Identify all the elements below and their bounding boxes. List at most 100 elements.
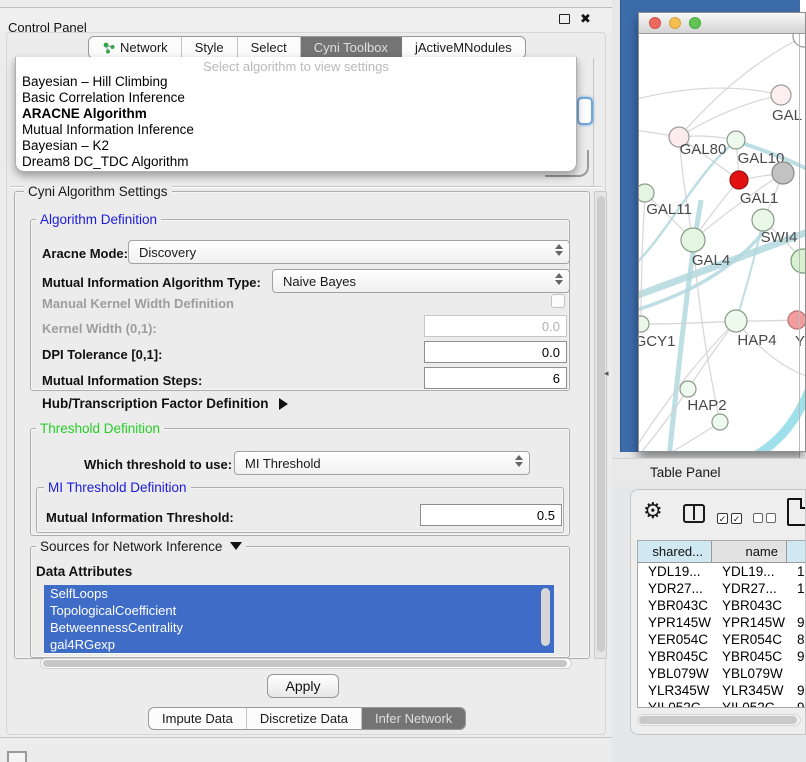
table-cell: 9. — [787, 699, 806, 708]
algorithm-option[interactable]: ARACNE Algorithm — [16, 106, 576, 122]
tab-impute-data[interactable]: Impute Data — [149, 708, 247, 729]
table-cell: YBR045C — [638, 648, 712, 665]
algorithm-definition-legend: Algorithm Definition — [36, 212, 161, 227]
settings-scrollbar[interactable] — [594, 191, 607, 659]
attribute-item-selected[interactable]: gal4RGexp — [44, 636, 554, 653]
algorithm-dropdown-popup: Select algorithm to view settings Bayesi… — [15, 57, 577, 172]
manual-kernel-label: Manual Kernel Width Definition — [42, 296, 234, 311]
table-cell: YBR043C — [712, 597, 787, 614]
network-node-y[interactable] — [788, 311, 806, 329]
split-column-icon[interactable] — [683, 504, 705, 523]
node-table[interactable]: shared...nameA YDL19...YDL19...13YDR27..… — [637, 540, 806, 708]
network-node[interactable] — [772, 162, 794, 184]
attribute-item-selected[interactable]: TopologicalCoefficient — [44, 602, 554, 619]
network-node-gal[interactable] — [771, 85, 791, 105]
which-threshold-value: MI Threshold — [245, 456, 321, 471]
sources-title: Sources for Network Inference — [40, 539, 222, 554]
table-row[interactable]: YDL19...YDL19...13 — [638, 563, 806, 580]
algorithm-option[interactable]: Mutual Information Inference — [16, 122, 576, 138]
gear-icon[interactable]: ⚙ — [643, 498, 663, 524]
minimize-traffic-light[interactable] — [669, 17, 681, 29]
algorithm-option[interactable]: Dream8 DC_TDC Algorithm — [16, 154, 576, 170]
splitter-collapse-icon[interactable]: ◂ — [604, 368, 609, 379]
hscrollbar-thumb[interactable] — [43, 660, 567, 667]
close-icon[interactable]: ✖ — [580, 11, 591, 27]
combo-stepper-icon — [553, 273, 565, 285]
mi-threshold-legend: MI Threshold Definition — [44, 480, 191, 495]
table-row[interactable]: YER054CYER054C8. — [638, 631, 806, 648]
checked-boxes-icon[interactable]: ✓✓ — [717, 509, 745, 527]
network-node-hap2[interactable] — [680, 381, 696, 397]
aracne-mode-combobox[interactable]: Discovery — [128, 240, 570, 264]
tab-label: Select — [251, 40, 287, 55]
network-node-swi4[interactable] — [752, 209, 774, 231]
network-node[interactable] — [712, 414, 728, 430]
inference-algorithm-combo-fragment[interactable] — [577, 97, 593, 125]
kernel-width-field: 0.0 — [424, 315, 567, 337]
network-node[interactable] — [791, 249, 806, 273]
table-row[interactable]: YLR345WYLR345W9. — [638, 682, 806, 699]
tab-infer-network[interactable]: Infer Network — [362, 708, 465, 729]
mi-steps-field[interactable]: 6 — [424, 367, 567, 389]
tab-discretize-data[interactable]: Discretize Data — [247, 708, 362, 729]
scrollbar-thumb[interactable] — [597, 196, 605, 652]
algorithm-option[interactable]: Bayesian – Hill Climbing — [16, 74, 576, 90]
mi-type-combobox[interactable]: Naive Bayes — [272, 269, 570, 293]
table-row[interactable]: YBR043CYBR043C — [638, 597, 806, 614]
hub-section-toggle[interactable]: Hub/Transcription Factor Definition — [42, 396, 288, 411]
apply-button[interactable]: Apply — [267, 674, 339, 698]
settings-hscrollbar[interactable] — [40, 658, 572, 669]
data-attributes-list[interactable]: SelfLoopsTopologicalCoefficientBetweenne… — [44, 585, 554, 654]
dock-panel-icon[interactable] — [7, 751, 27, 762]
close-traffic-light[interactable] — [649, 17, 661, 29]
network-node-gal4[interactable] — [681, 228, 705, 252]
network-node-gal11[interactable] — [639, 184, 654, 202]
tab-jactivemnodules[interactable]: jActiveMNodules — [402, 37, 525, 58]
network-node-gal10[interactable] — [727, 131, 745, 149]
tab-cyni-toolbox[interactable]: Cyni Toolbox — [301, 37, 402, 58]
zoom-traffic-light[interactable] — [689, 17, 701, 29]
network-window-titlebar[interactable] — [639, 13, 805, 34]
table-row[interactable]: YIL052CYIL052C9. — [638, 699, 806, 708]
table-cell: YBL079W — [638, 665, 712, 682]
unchecked-boxes-icon[interactable] — [753, 510, 779, 528]
table-row[interactable]: YBL079WYBL079W — [638, 665, 806, 682]
which-threshold-label: Which threshold to use: — [84, 457, 232, 472]
dpi-tolerance-field[interactable]: 0.0 — [424, 341, 567, 363]
network-node-gcy1[interactable] — [639, 316, 649, 332]
table-hscrollbar[interactable] — [637, 714, 801, 726]
network-edge — [679, 95, 781, 137]
table-row[interactable]: YBR045CYBR045C9. — [638, 648, 806, 665]
document-icon[interactable] — [787, 498, 806, 526]
algorithm-option[interactable]: Bayesian – K2 — [16, 138, 576, 154]
tab-select[interactable]: Select — [238, 37, 301, 58]
attribute-item-selected[interactable]: SelfLoops — [44, 585, 554, 602]
table-hscrollbar-thumb[interactable] — [639, 716, 797, 724]
expand-arrow-icon — [279, 398, 288, 410]
tab-network[interactable]: Network — [89, 37, 182, 58]
table-row[interactable]: YDR27...YDR27...12 — [638, 580, 806, 597]
sources-legend[interactable]: Sources for Network Inference — [36, 539, 246, 554]
mi-type-label: Mutual Information Algorithm Type: — [42, 275, 261, 290]
mi-threshold-field[interactable]: 0.5 — [420, 504, 562, 526]
table-cell: YBR043C — [638, 597, 712, 614]
algorithm-option[interactable]: Basic Correlation Inference — [16, 90, 576, 106]
column-header[interactable]: shared... — [638, 541, 712, 563]
network-node-hap4[interactable] — [725, 310, 747, 332]
which-threshold-combobox[interactable]: MI Threshold — [234, 451, 530, 475]
manual-kernel-checkbox[interactable] — [551, 294, 565, 308]
network-view-window[interactable]: GALGAL80GAL10GAL1GAL11SWI4GAL4GCY1HAP4YH… — [638, 12, 806, 452]
float-window-icon[interactable] — [559, 14, 570, 24]
column-header[interactable]: name — [712, 541, 787, 563]
network-node-gal1[interactable] — [730, 171, 748, 189]
table-panel-title: Table Panel — [650, 465, 721, 480]
attribute-item-selected[interactable]: BetweennessCentrality — [44, 619, 554, 636]
table-body: YDL19...YDL19...13YDR27...YDR27...12YBR0… — [638, 563, 806, 708]
tab-style[interactable]: Style — [182, 37, 238, 58]
attributes-scrollbar-thumb[interactable] — [541, 588, 550, 646]
network-canvas[interactable]: GALGAL80GAL10GAL1GAL11SWI4GAL4GCY1HAP4YH… — [639, 34, 806, 452]
node-label: GAL11 — [646, 201, 692, 218]
table-row[interactable]: YPR145WYPR145W9. — [638, 614, 806, 631]
tab-label: Network — [120, 40, 168, 55]
column-header[interactable]: A — [787, 541, 806, 563]
